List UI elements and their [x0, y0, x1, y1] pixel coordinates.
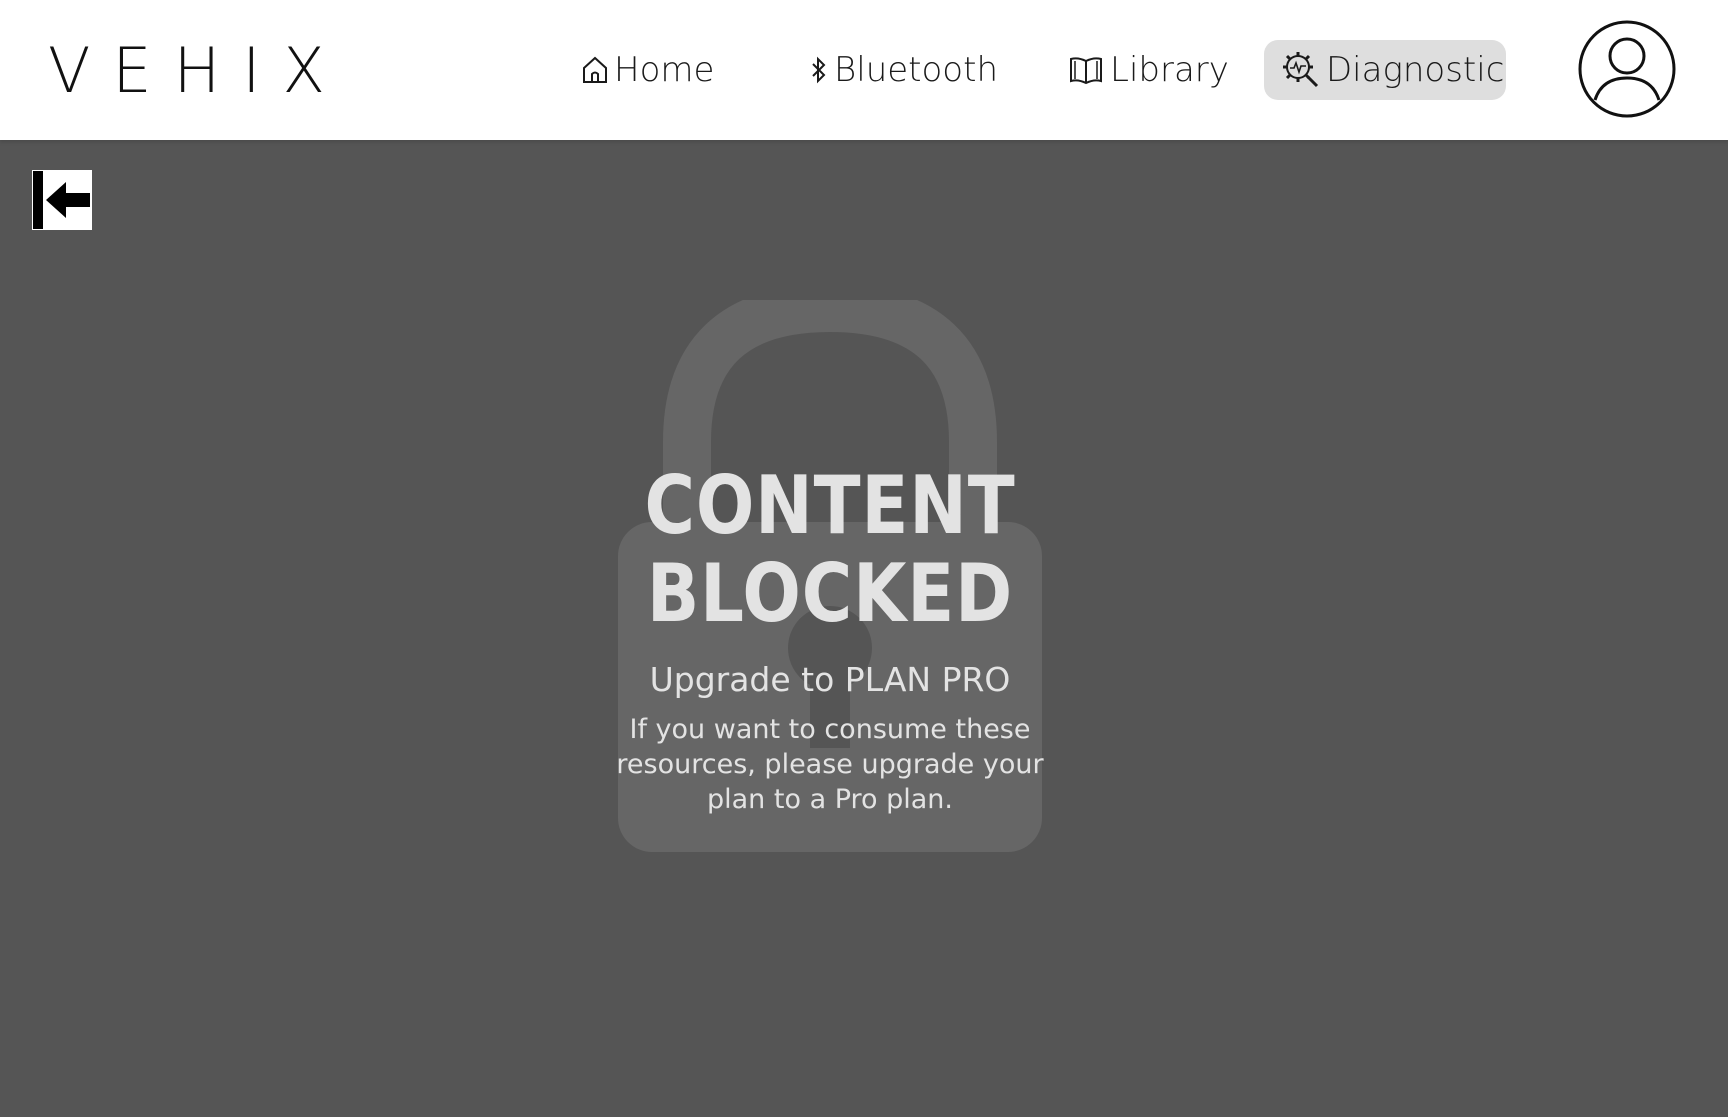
- nav-bluetooth[interactable]: Bluetooth: [792, 40, 1016, 100]
- book-icon: [1068, 55, 1104, 85]
- top-navbar: VEHIX Home Bluetooth Library Diagnostic: [0, 0, 1728, 140]
- bluetooth-icon: [810, 55, 828, 85]
- blocked-title-line1: CONTENT: [644, 459, 1016, 552]
- nav-diagnostic[interactable]: Diagnostic: [1264, 40, 1506, 100]
- diagnostic-gear-icon: [1282, 51, 1320, 89]
- nav-diagnostic-label: Diagnostic: [1326, 50, 1505, 90]
- brand-logo[interactable]: VEHIX: [48, 36, 347, 106]
- nav-home[interactable]: Home: [564, 40, 732, 100]
- collapse-sidebar-button[interactable]: [32, 170, 92, 230]
- upgrade-subtitle: Upgrade to PLAN PRO: [649, 660, 1011, 699]
- page: VEHIX Home Bluetooth Library Diagnostic …: [0, 0, 1728, 1117]
- nav-home-label: Home: [614, 50, 715, 90]
- nav-library-label: Library: [1110, 50, 1229, 90]
- user-avatar-icon[interactable]: [1578, 20, 1676, 118]
- nav-bluetooth-label: Bluetooth: [834, 50, 998, 90]
- blocked-title-line2: BLOCKED: [646, 547, 1014, 640]
- upgrade-description: If you want to consume these resources, …: [616, 714, 1044, 815]
- collapse-arrow-icon: [32, 170, 92, 230]
- nav-library[interactable]: Library: [1050, 40, 1247, 100]
- home-icon: [582, 55, 608, 85]
- content-blocked-panel: CONTENT BLOCKED Upgrade to PLAN PRO If y…: [560, 462, 1100, 817]
